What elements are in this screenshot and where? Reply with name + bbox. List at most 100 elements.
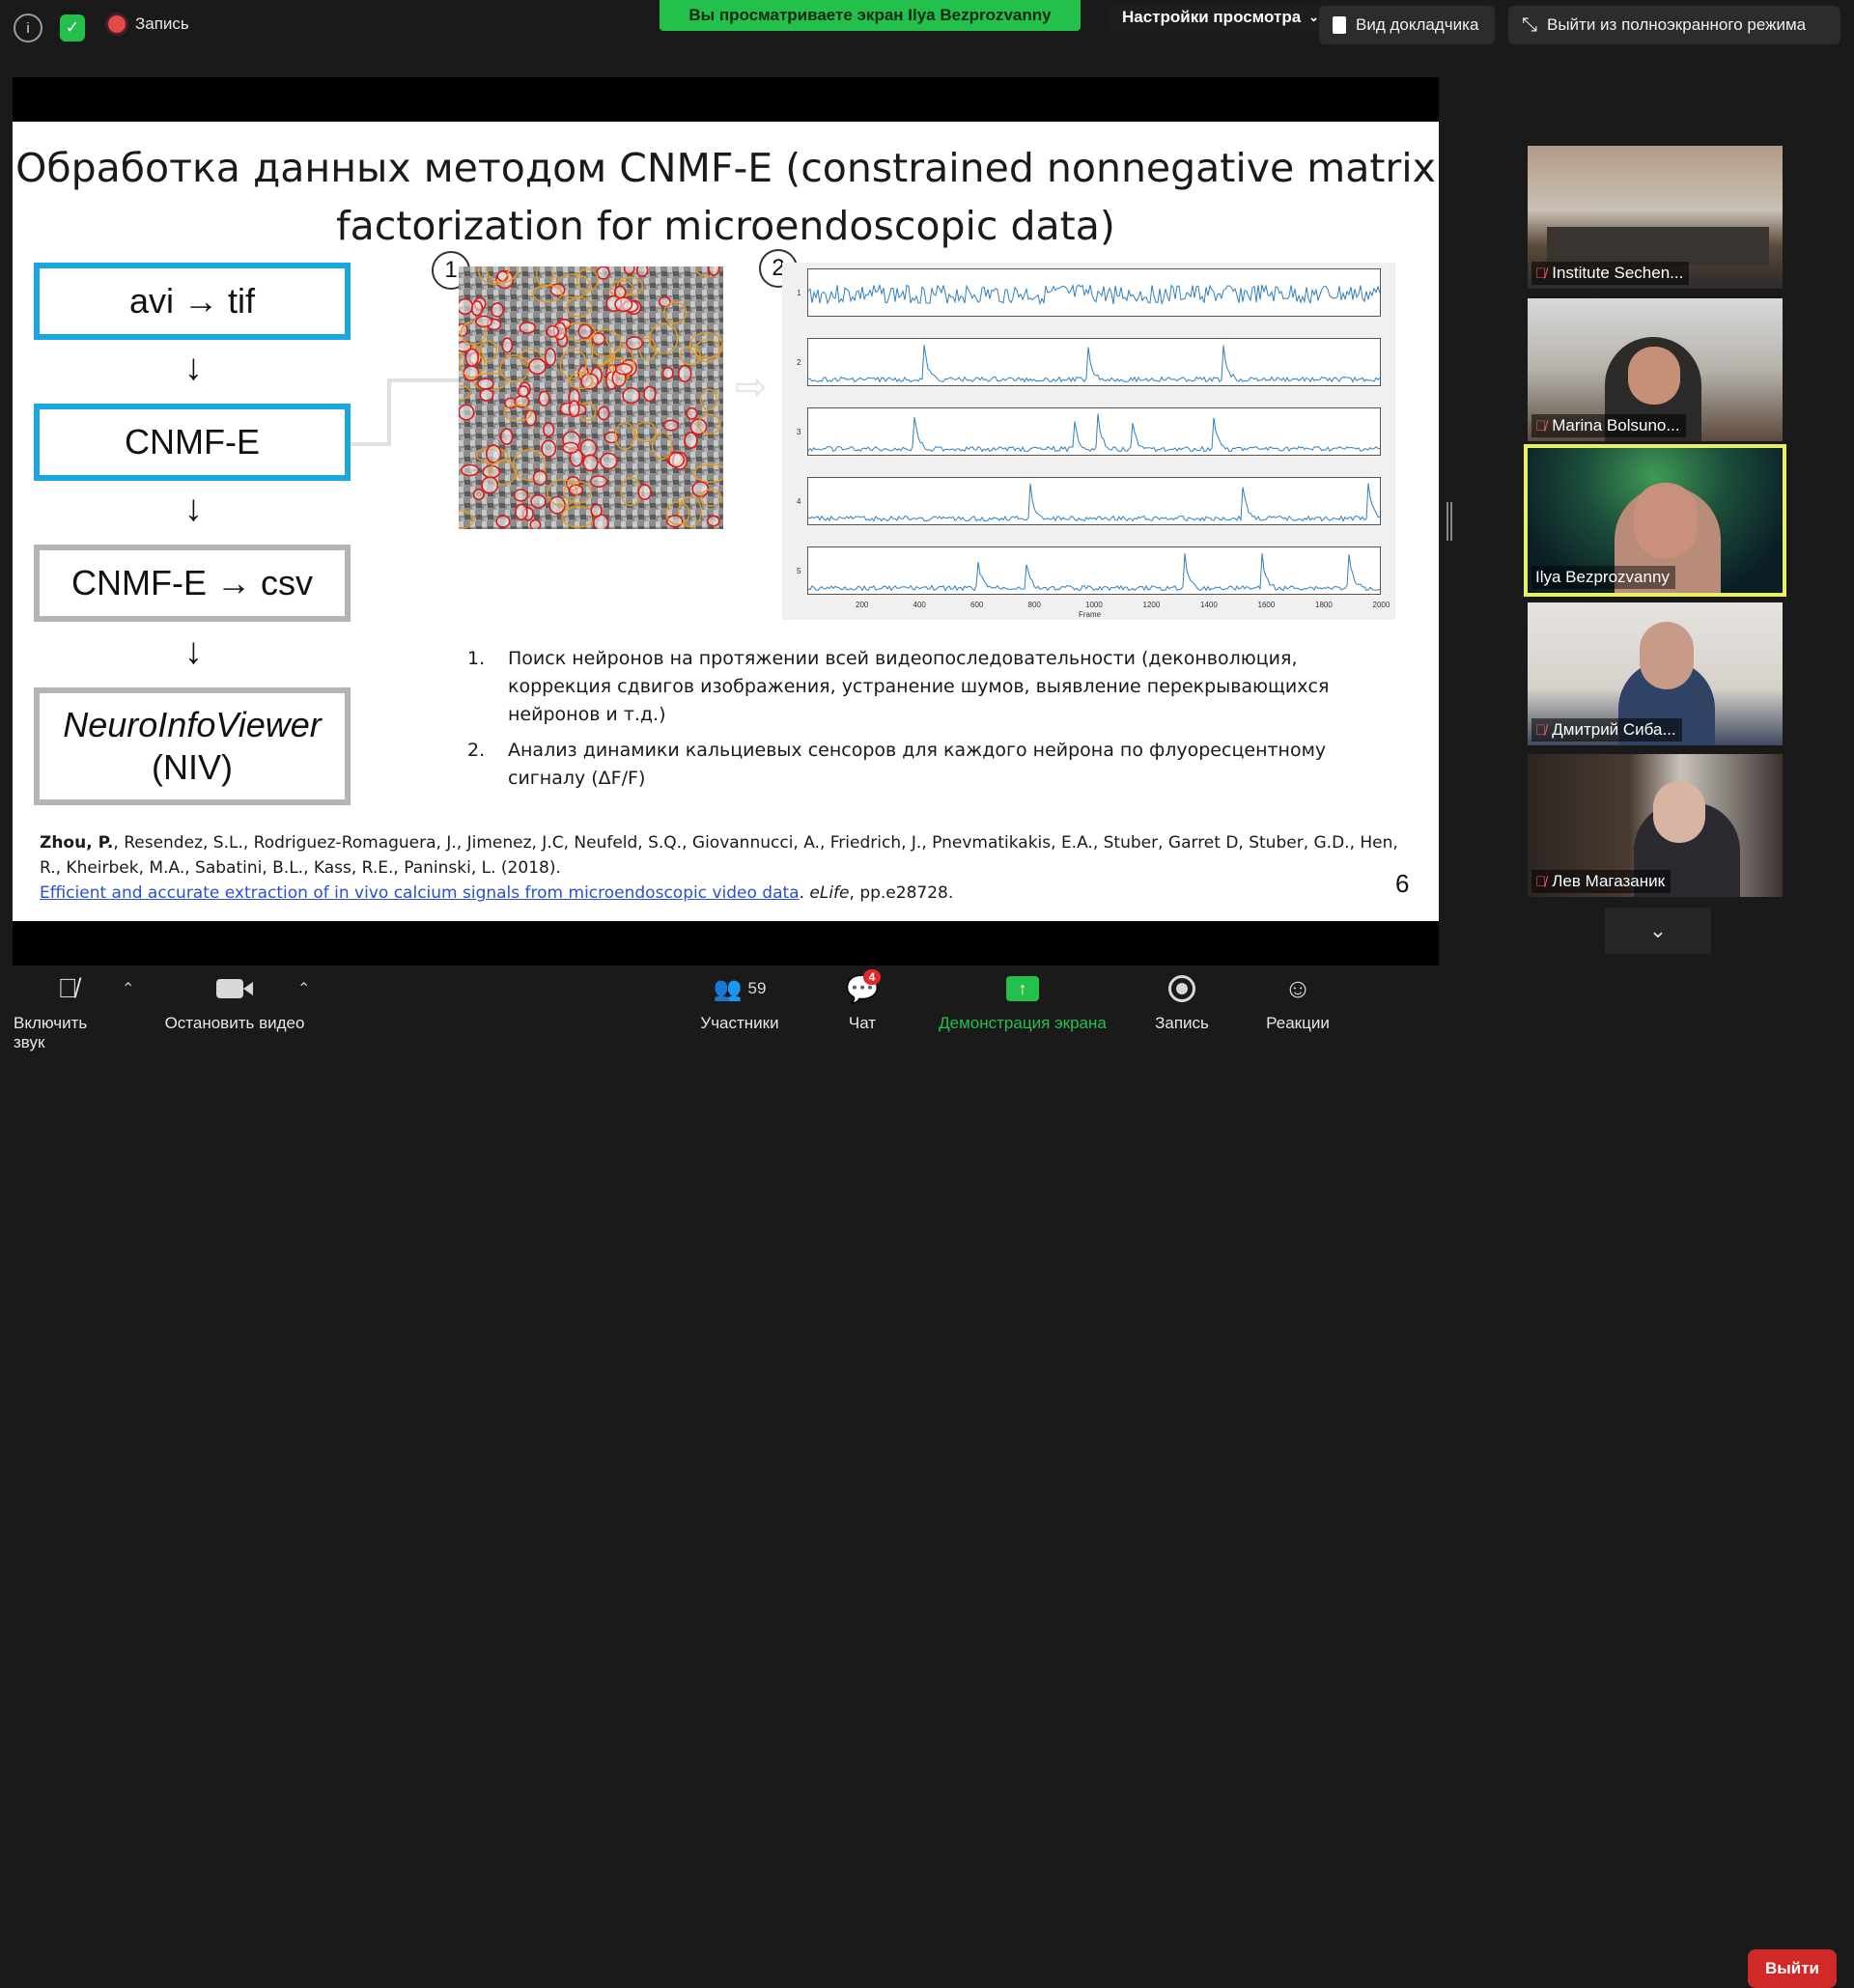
info-icon[interactable]: i	[14, 14, 42, 42]
x-tick-label: 1000	[1085, 601, 1103, 609]
participants-button[interactable]: 👥 59 Участники	[695, 971, 784, 1033]
x-tick-label: 1200	[1142, 601, 1161, 609]
x-tick-label: 200	[856, 601, 869, 609]
stop-video-button[interactable]: Остановить видео	[158, 971, 311, 1033]
neuron-contour	[517, 385, 530, 398]
neuron-contour	[643, 385, 657, 403]
audio-options-chevron-icon[interactable]: ⌃	[122, 979, 134, 998]
trace-line	[807, 413, 1381, 453]
ref-authors: , Resendez, S.L., Rodriguez-Romaguera, J…	[40, 833, 1398, 878]
exit-fullscreen-icon: ⤡	[1522, 14, 1537, 36]
neuron-contour	[677, 365, 692, 383]
trace-panel: 2	[797, 338, 1381, 386]
trace-line-svg	[807, 413, 1381, 453]
unmute-button[interactable]: 🎙̸ Включить звук	[14, 971, 122, 1052]
participant-tile-active[interactable]: Ilya Bezprozvanny	[1524, 444, 1786, 597]
x-tick-label: 400	[913, 601, 926, 609]
connector-line	[387, 380, 391, 446]
mic-muted-icon: 🎙̸	[1535, 873, 1547, 890]
neuron-contour	[463, 365, 480, 381]
neuron-contour	[477, 378, 494, 390]
x-tick-label: 1600	[1257, 601, 1276, 609]
neuron-contour	[561, 441, 579, 454]
calcium-traces-figure: 1 2 3 4 5 200 400 600 800 1000 1200 1400 1600 1800 20…	[782, 263, 1395, 620]
mic-muted-icon: 🎙̸	[1535, 265, 1547, 282]
shield-icon[interactable]: ✓	[60, 14, 85, 42]
participant-name: Дмитрий Сиба...	[1552, 720, 1676, 739]
speaker-view-button[interactable]: Вид докладчика	[1319, 6, 1495, 44]
participants-label: Участники	[700, 1014, 779, 1032]
neuron-contour	[496, 270, 509, 282]
video-feed-face	[1628, 347, 1680, 405]
participant-name: Institute Sechen...	[1552, 264, 1684, 282]
step-avi-tif: avi → tif	[34, 263, 351, 340]
neuron-contour	[529, 518, 542, 529]
video-feed-face	[1640, 622, 1694, 689]
ref-link[interactable]: Efficient and accurate extraction of in …	[40, 883, 800, 903]
neuron-contour	[626, 336, 644, 350]
view-options-menu[interactable]: Настройки просмотра ⌄	[1109, 4, 1334, 31]
recording-indicator[interactable]: Запись	[108, 14, 189, 34]
participant-tile[interactable]: 🎙̸ Institute Sechen...	[1528, 146, 1783, 289]
neuron-contour	[515, 503, 528, 521]
neuron-contour	[481, 476, 499, 494]
share-screen-button[interactable]: ↑ Демонстрация экрана	[931, 971, 1114, 1033]
neuron-contour	[684, 432, 698, 449]
x-tick-label: 1800	[1315, 601, 1333, 609]
neuron-contour	[501, 337, 514, 353]
slide-title-line2: factorization for microendoscopic data)	[336, 203, 1115, 249]
chat-label: Чат	[848, 1014, 877, 1032]
neuron-contour	[538, 390, 550, 407]
neuron-contour	[532, 469, 548, 486]
neuron-contour	[513, 489, 529, 502]
neuron-contour	[568, 400, 580, 418]
gallery-scroll-down-button[interactable]: ⌄	[1605, 908, 1711, 954]
step-cnmfe: CNMF-E	[34, 404, 351, 481]
slide-page-number: 6	[1395, 869, 1410, 898]
record-button[interactable]: Запись	[1155, 971, 1209, 1033]
share-banner: Вы просматриваете экран Ilya Bezprozvann…	[660, 0, 1081, 31]
neuron-contour	[499, 428, 514, 445]
arrow-down-icon: ↓	[184, 489, 203, 529]
neuron-contour	[622, 387, 641, 405]
trace-panel: 5	[797, 546, 1381, 595]
panel-splitter-handle[interactable]	[1447, 502, 1452, 541]
chat-button[interactable]: 💬 4 Чат	[840, 969, 885, 1033]
speaker-view-icon	[1333, 16, 1346, 34]
niv-abbr: (NIV)	[152, 747, 233, 787]
ref-pages: , pp.e28728.	[849, 883, 954, 903]
exit-fullscreen-label: Выйти из полноэкранного режима	[1547, 15, 1807, 34]
trace-y-label: 4	[797, 497, 801, 506]
x-tick-label: 800	[1027, 601, 1041, 609]
reactions-label: Реакции	[1266, 1014, 1330, 1032]
participant-tile[interactable]: 🎙̸ Marina Bolsuno...	[1528, 298, 1783, 441]
x-tick-label: 1400	[1200, 601, 1218, 609]
top-toolbar: i ✓ Запись Вы просматриваете экран Ilya …	[0, 0, 1854, 58]
neuron-contour	[470, 300, 484, 317]
participant-name-tag: 🎙̸ Лев Магазаник	[1531, 870, 1671, 893]
neuron-contour	[472, 489, 485, 501]
neuron-contour	[590, 503, 603, 518]
list-item: 1. Поиск нейронов на протяжении всей вид…	[467, 645, 1394, 729]
trace-y-label: 3	[797, 428, 801, 436]
neuron-contour	[544, 348, 557, 367]
chat-icon: 💬 4	[845, 969, 882, 1004]
trace-line-svg	[807, 552, 1381, 592]
mic-muted-icon: 🎙̸	[1535, 721, 1547, 739]
trace-line	[807, 552, 1381, 592]
stop-video-label: Остановить видео	[164, 1014, 305, 1032]
participant-tile[interactable]: 🎙̸ Дмитрий Сиба...	[1528, 602, 1783, 745]
video-options-chevron-icon[interactable]: ⌃	[297, 979, 310, 998]
list-item-number: 2.	[467, 740, 486, 761]
chevron-down-icon: ⌄	[1648, 918, 1668, 942]
reactions-button[interactable]: ☺ Реакции	[1263, 971, 1333, 1033]
leave-meeting-button[interactable]: Выйти	[1748, 1949, 1837, 1988]
participants-count: 59	[747, 979, 767, 997]
neuron-contour	[528, 357, 547, 376]
neuron-contour	[658, 295, 671, 308]
niv-name: NeuroInfoViewer	[63, 705, 322, 744]
neuron-contour	[475, 315, 493, 328]
exit-fullscreen-button[interactable]: ⤡ Выйти из полноэкранного режима	[1508, 6, 1840, 44]
participant-tile[interactable]: 🎙̸ Лев Магазаник	[1528, 754, 1783, 897]
record-dot-icon	[108, 15, 126, 33]
